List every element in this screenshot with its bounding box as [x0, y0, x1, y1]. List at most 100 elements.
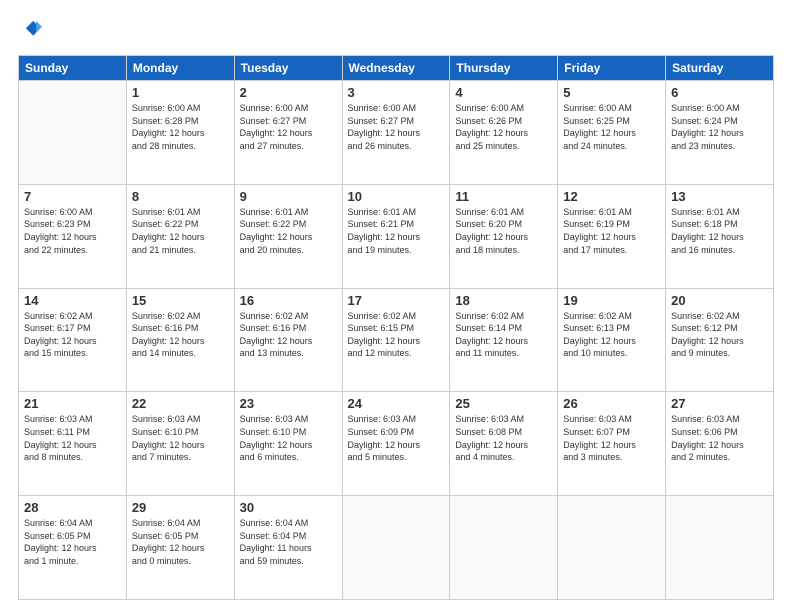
- calendar-cell: 8Sunrise: 6:01 AM Sunset: 6:22 PM Daylig…: [126, 184, 234, 288]
- calendar-cell: [558, 496, 666, 600]
- calendar-cell: [666, 496, 774, 600]
- day-number: 11: [455, 189, 552, 204]
- cell-info: Sunrise: 6:00 AM Sunset: 6:25 PM Dayligh…: [563, 102, 660, 152]
- calendar-cell: 16 Sunrise: 6:02 AM Sunset: 6:16 PM Dayli…: [234, 288, 342, 392]
- day-number: 2: [240, 85, 337, 100]
- day-of-week-header: Monday: [126, 56, 234, 81]
- day-of-week-header: Sunday: [19, 56, 127, 81]
- day-number: 19: [563, 293, 660, 308]
- calendar-cell: 3 Sunrise: 6:00 AM Sunset: 6:27 PM Daylig…: [342, 81, 450, 185]
- day-of-week-header: Friday: [558, 56, 666, 81]
- day-number: 16: [240, 293, 337, 308]
- day-number: 12: [563, 189, 660, 204]
- calendar-cell: 26 Sunrise: 6:03 AM Sunset: 6:07 PM Dayli…: [558, 392, 666, 496]
- calendar-cell: [450, 496, 558, 600]
- calendar-cell: 27Sunrise: 6:03 AM Sunset: 6:06 PM Dayli…: [666, 392, 774, 496]
- day-number: 30: [240, 500, 337, 515]
- calendar-table: SundayMondayTuesdayWednesdayThursdayFrid…: [18, 55, 774, 600]
- cell-info: Sunrise: 6:00 AM Sunset: 6:27 PM Dayligh…: [348, 102, 445, 152]
- logo: [18, 18, 42, 45]
- page: SundayMondayTuesdayWednesdayThursdayFrid…: [0, 0, 792, 612]
- cell-info: Sunrise: 6:00 AM Sunset: 6:28 PM Dayligh…: [132, 102, 229, 152]
- day-number: 1: [132, 85, 229, 100]
- day-number: 14: [24, 293, 121, 308]
- cell-info: Sunrise: 6:02 AM Sunset: 6:15 PM Dayligh…: [348, 310, 445, 360]
- cell-info: Sunrise: 6:04 AM Sunset: 6:05 PM Dayligh…: [132, 517, 229, 567]
- calendar-cell: 24 Sunrise: 6:03 AM Sunset: 6:09 PM Dayli…: [342, 392, 450, 496]
- cell-info: Sunrise: 6:03 AM Sunset: 6:10 PM Dayligh…: [132, 413, 229, 463]
- cell-info: Sunrise: 6:01 AM Sunset: 6:22 PM Dayligh…: [240, 206, 337, 256]
- cell-info: Sunrise: 6:02 AM Sunset: 6:16 PM Dayligh…: [240, 310, 337, 360]
- cell-info: Sunrise: 6:02 AM Sunset: 6:13 PM Dayligh…: [563, 310, 660, 360]
- day-number: 28: [24, 500, 121, 515]
- calendar-cell: 10 Sunrise: 6:01 AM Sunset: 6:21 PM Dayli…: [342, 184, 450, 288]
- calendar-cell: 14 Sunrise: 6:02 AM Sunset: 6:17 PM Dayli…: [19, 288, 127, 392]
- day-number: 4: [455, 85, 552, 100]
- day-number: 8: [132, 189, 229, 204]
- day-of-week-header: Tuesday: [234, 56, 342, 81]
- calendar-cell: 13 Sunrise: 6:01 AM Sunset: 6:18 PM Dayli…: [666, 184, 774, 288]
- day-number: 15: [132, 293, 229, 308]
- calendar-cell: [19, 81, 127, 185]
- cell-info: Sunrise: 6:02 AM Sunset: 6:12 PM Dayligh…: [671, 310, 768, 360]
- day-number: 22: [132, 396, 229, 411]
- cell-info: Sunrise: 6:04 AM Sunset: 6:05 PM Dayligh…: [24, 517, 121, 567]
- calendar-cell: 21 Sunrise: 6:03 AM Sunset: 6:11 PM Dayli…: [19, 392, 127, 496]
- day-number: 13: [671, 189, 768, 204]
- cell-info: Sunrise: 6:03 AM Sunset: 6:11 PM Dayligh…: [24, 413, 121, 463]
- cell-info: Sunrise: 6:00 AM Sunset: 6:24 PM Dayligh…: [671, 102, 768, 152]
- day-of-week-header: Wednesday: [342, 56, 450, 81]
- day-number: 5: [563, 85, 660, 100]
- day-number: 26: [563, 396, 660, 411]
- cell-info: Sunrise: 6:01 AM Sunset: 6:21 PM Dayligh…: [348, 206, 445, 256]
- day-number: 3: [348, 85, 445, 100]
- calendar-cell: 15 Sunrise: 6:02 AM Sunset: 6:16 PM Dayli…: [126, 288, 234, 392]
- day-number: 21: [24, 396, 121, 411]
- calendar-cell: 17 Sunrise: 6:02 AM Sunset: 6:15 PM Dayli…: [342, 288, 450, 392]
- cell-info: Sunrise: 6:02 AM Sunset: 6:14 PM Dayligh…: [455, 310, 552, 360]
- calendar-cell: 2 Sunrise: 6:00 AM Sunset: 6:27 PM Daylig…: [234, 81, 342, 185]
- day-number: 9: [240, 189, 337, 204]
- day-number: 18: [455, 293, 552, 308]
- cell-info: Sunrise: 6:00 AM Sunset: 6:26 PM Dayligh…: [455, 102, 552, 152]
- calendar-cell: [342, 496, 450, 600]
- day-number: 20: [671, 293, 768, 308]
- cell-info: Sunrise: 6:01 AM Sunset: 6:19 PM Dayligh…: [563, 206, 660, 256]
- calendar-cell: 6 Sunrise: 6:00 AM Sunset: 6:24 PM Daylig…: [666, 81, 774, 185]
- header: [18, 18, 774, 45]
- calendar-cell: 7 Sunrise: 6:00 AM Sunset: 6:23 PM Daylig…: [19, 184, 127, 288]
- calendar-cell: 9 Sunrise: 6:01 AM Sunset: 6:22 PM Daylig…: [234, 184, 342, 288]
- calendar-cell: 5 Sunrise: 6:00 AM Sunset: 6:25 PM Daylig…: [558, 81, 666, 185]
- cell-info: Sunrise: 6:02 AM Sunset: 6:16 PM Dayligh…: [132, 310, 229, 360]
- day-number: 23: [240, 396, 337, 411]
- cell-info: Sunrise: 6:03 AM Sunset: 6:06 PM Dayligh…: [671, 413, 768, 463]
- calendar-cell: 19 Sunrise: 6:02 AM Sunset: 6:13 PM Dayli…: [558, 288, 666, 392]
- day-number: 24: [348, 396, 445, 411]
- day-of-week-header: Saturday: [666, 56, 774, 81]
- day-number: 29: [132, 500, 229, 515]
- calendar-cell: 4 Sunrise: 6:00 AM Sunset: 6:26 PM Daylig…: [450, 81, 558, 185]
- day-number: 25: [455, 396, 552, 411]
- cell-info: Sunrise: 6:01 AM Sunset: 6:18 PM Dayligh…: [671, 206, 768, 256]
- calendar-cell: 1 Sunrise: 6:00 AM Sunset: 6:28 PM Daylig…: [126, 81, 234, 185]
- calendar-cell: 12 Sunrise: 6:01 AM Sunset: 6:19 PM Dayli…: [558, 184, 666, 288]
- calendar-cell: 18 Sunrise: 6:02 AM Sunset: 6:14 PM Dayli…: [450, 288, 558, 392]
- day-number: 10: [348, 189, 445, 204]
- cell-info: Sunrise: 6:00 AM Sunset: 6:23 PM Dayligh…: [24, 206, 121, 256]
- day-number: 17: [348, 293, 445, 308]
- calendar-cell: 28 Sunrise: 6:04 AM Sunset: 6:05 PM Dayli…: [19, 496, 127, 600]
- calendar-cell: 20 Sunrise: 6:02 AM Sunset: 6:12 PM Dayli…: [666, 288, 774, 392]
- cell-info: Sunrise: 6:03 AM Sunset: 6:08 PM Dayligh…: [455, 413, 552, 463]
- cell-info: Sunrise: 6:00 AM Sunset: 6:27 PM Dayligh…: [240, 102, 337, 152]
- cell-info: Sunrise: 6:02 AM Sunset: 6:17 PM Dayligh…: [24, 310, 121, 360]
- day-of-week-header: Thursday: [450, 56, 558, 81]
- cell-info: Sunrise: 6:03 AM Sunset: 6:09 PM Dayligh…: [348, 413, 445, 463]
- calendar-cell: 30Sunrise: 6:04 AM Sunset: 6:04 PM Dayli…: [234, 496, 342, 600]
- day-number: 6: [671, 85, 768, 100]
- calendar-cell: 25 Sunrise: 6:03 AM Sunset: 6:08 PM Dayli…: [450, 392, 558, 496]
- calendar-cell: 23 Sunrise: 6:03 AM Sunset: 6:10 PM Dayli…: [234, 392, 342, 496]
- cell-info: Sunrise: 6:03 AM Sunset: 6:10 PM Dayligh…: [240, 413, 337, 463]
- cell-info: Sunrise: 6:01 AM Sunset: 6:20 PM Dayligh…: [455, 206, 552, 256]
- day-number: 7: [24, 189, 121, 204]
- cell-info: Sunrise: 6:03 AM Sunset: 6:07 PM Dayligh…: [563, 413, 660, 463]
